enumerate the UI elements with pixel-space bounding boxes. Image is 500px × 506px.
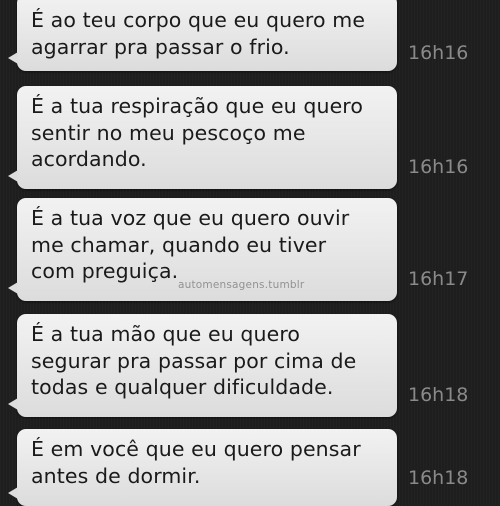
message-thread: É ao teu corpo que eu quero me agarrar p… <box>0 0 500 506</box>
message-timestamp: 16h16 <box>408 42 469 64</box>
message-bubble[interactable]: É em você que eu quero pensar antes de d… <box>8 429 397 506</box>
message-bubble[interactable]: É a tua mão que eu quero segurar pra pas… <box>8 314 397 417</box>
bubble-tail <box>8 52 18 64</box>
message-timestamp: 16h18 <box>408 467 469 489</box>
message-timestamp: 16h16 <box>408 156 469 178</box>
message-text: É a tua respiração que eu quero sentir n… <box>31 94 364 171</box>
message-timestamp: 16h18 <box>408 384 469 406</box>
message-text: É a tua voz que eu quero ouvir me chamar… <box>31 206 350 283</box>
message-text: É a tua mão que eu quero segurar pra pas… <box>31 322 357 399</box>
message-timestamp: 16h17 <box>408 268 469 290</box>
bubble-tail <box>8 398 18 410</box>
bubble-tail <box>8 282 18 294</box>
message-text: É em você que eu quero pensar antes de d… <box>31 437 361 488</box>
message-bubble[interactable]: É ao teu corpo que eu quero me agarrar p… <box>8 0 397 71</box>
watermark-text: automensagens.tumblr <box>178 279 305 291</box>
message-text: É ao teu corpo que eu quero me agarrar p… <box>31 8 366 59</box>
bubble-tail <box>8 487 18 499</box>
bubble-tail <box>8 170 18 182</box>
message-bubble[interactable]: É a tua respiração que eu quero sentir n… <box>8 86 397 189</box>
